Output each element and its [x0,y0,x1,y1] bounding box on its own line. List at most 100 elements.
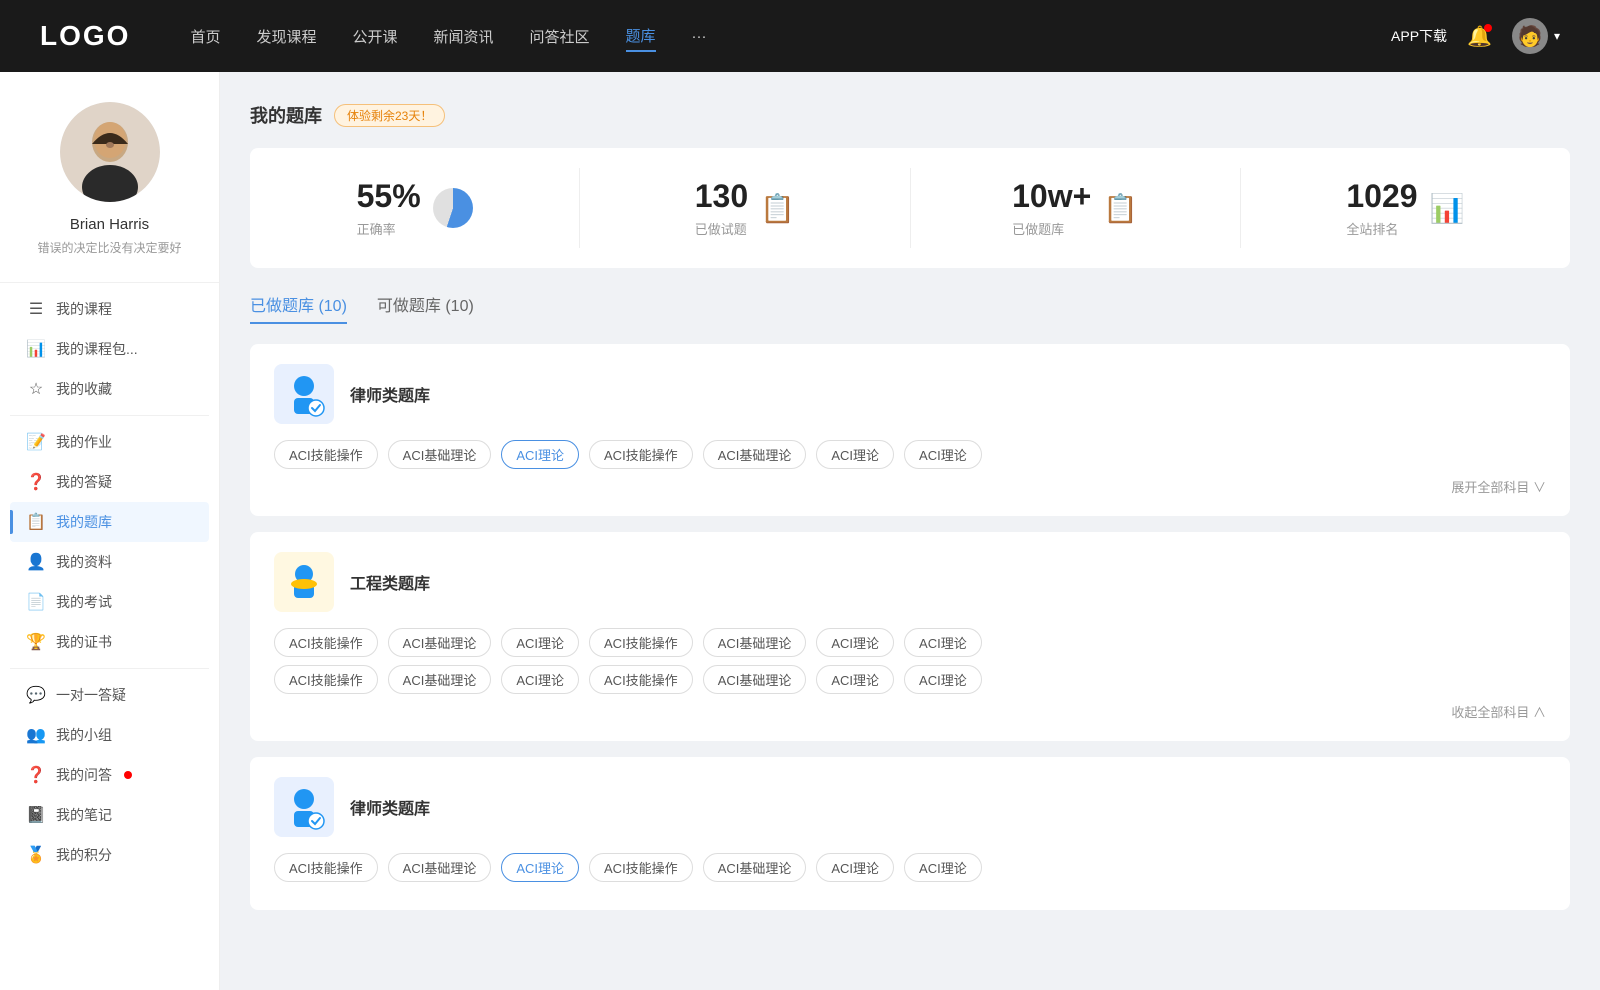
trial-badge: 体验剩余23天！ [334,104,445,127]
nav-discover[interactable]: 发现课程 [256,22,316,51]
tag-item[interactable]: ACI理论 [501,665,579,694]
tag-item[interactable]: ACI技能操作 [274,665,378,694]
tag-item[interactable]: ACI技能操作 [274,628,378,657]
tag-item-active[interactable]: ACI理论 [501,440,579,469]
logo[interactable]: LOGO [40,20,130,52]
tag-item[interactable]: ACI技能操作 [589,440,693,469]
sidebar-item-exam[interactable]: 📄 我的考试 [10,582,209,622]
sidebar-label: 我的笔记 [56,805,112,825]
tag-item[interactable]: ACI基础理论 [388,665,492,694]
notification-bell[interactable]: 🔔 [1467,24,1492,49]
tag-item[interactable]: ACI基础理论 [388,853,492,882]
tab-available-banks[interactable]: 可做题库 (10) [377,292,474,324]
sidebar-label: 我的课程包... [56,339,138,359]
sidebar-item-question[interactable]: ❓ 我的问答 [10,755,209,795]
sidebar: Brian Harris 错误的决定比没有决定要好 ☰ 我的课程 📊 我的课程包… [0,72,220,990]
tag-item[interactable]: ACI理论 [816,440,894,469]
navbar-right: APP下载 🔔 🧑 ▾ [1391,18,1560,54]
profile-avatar [60,102,160,202]
page-title: 我的题库 [250,102,322,128]
sidebar-label: 我的考试 [56,592,112,612]
course-package-icon: 📊 [26,339,46,359]
notification-dot [1484,24,1492,32]
sidebar-item-certificate[interactable]: 🏆 我的证书 [10,622,209,662]
sidebar-item-group[interactable]: 👥 我的小组 [10,715,209,755]
sidebar-label: 我的课程 [56,299,112,319]
stat-ranking: 1029 全站排名 📊 [1241,168,1570,248]
tag-item[interactable]: ACI基础理论 [388,440,492,469]
qbank-name-2: 工程类题库 [350,570,430,594]
sidebar-item-notes[interactable]: 📓 我的笔记 [10,795,209,835]
nav-news[interactable]: 新闻资讯 [434,22,494,51]
done-banks-icon: 📋 [1103,192,1138,225]
navbar: LOGO 首页 发现课程 公开课 新闻资讯 问答社区 题库 ··· APP下载 … [0,0,1600,72]
qbank-card-engineering: 工程类题库 ACI技能操作 ACI基础理论 ACI理论 ACI技能操作 ACI基… [250,532,1570,741]
sidebar-label: 我的积分 [56,845,112,865]
stat-value-rank: 1029 全站排名 [1346,178,1417,238]
sidebar-item-course-package[interactable]: 📊 我的课程包... [10,329,209,369]
user-avatar: 🧑 [1512,18,1548,54]
main-content: 我的题库 体验剩余23天！ 55% 正确率 130 已做试题 📋 [220,72,1600,990]
tab-done-banks[interactable]: 已做题库 (10) [250,292,347,324]
qbank-icon-lawyer-2 [274,777,334,837]
user-avatar-menu[interactable]: 🧑 ▾ [1512,18,1560,54]
tag-item[interactable]: ACI基础理论 [703,440,807,469]
tag-item[interactable]: ACI理论 [904,628,982,657]
tag-item[interactable]: ACI理论 [904,853,982,882]
nav-qbank[interactable]: 题库 [626,21,656,52]
sidebar-item-homework[interactable]: 📝 我的作业 [10,422,209,462]
tag-item[interactable]: ACI理论 [816,628,894,657]
sidebar-item-qbank[interactable]: 📋 我的题库 [10,502,209,542]
app-download-button[interactable]: APP下载 [1391,26,1447,46]
tag-item[interactable]: ACI理论 [816,853,894,882]
tag-item[interactable]: ACI技能操作 [589,853,693,882]
tag-item[interactable]: ACI技能操作 [589,628,693,657]
tags-row-3: ACI技能操作 ACI基础理论 ACI理论 ACI技能操作 ACI基础理论 AC… [274,853,1546,882]
tag-item[interactable]: ACI理论 [501,628,579,657]
tag-item-active[interactable]: ACI理论 [501,853,579,882]
sidebar-item-my-qa[interactable]: ❓ 我的答疑 [10,462,209,502]
main-layout: Brian Harris 错误的决定比没有决定要好 ☰ 我的课程 📊 我的课程包… [0,72,1600,990]
qbank-card-lawyer: 律师类题库 ACI技能操作 ACI基础理论 ACI理论 ACI技能操作 ACI基… [250,344,1570,516]
sidebar-divider-2 [10,415,209,416]
sidebar-label: 一对一答疑 [56,685,126,705]
tag-item[interactable]: ACI基础理论 [703,853,807,882]
qbank-icon-lawyer [274,364,334,424]
nav-opencourse[interactable]: 公开课 [352,22,397,51]
tag-item[interactable]: ACI基础理论 [703,628,807,657]
expand-button-1[interactable]: 展开全部科目 ∨ [274,477,1546,496]
stat-value-accuracy: 55% 正确率 [357,178,421,238]
nav-menu: 首页 发现课程 公开课 新闻资讯 问答社区 题库 ··· [190,21,1391,52]
tag-item[interactable]: ACI理论 [816,665,894,694]
nav-more[interactable]: ··· [692,24,707,49]
tag-item[interactable]: ACI技能操作 [274,440,378,469]
tag-item[interactable]: ACI理论 [904,665,982,694]
tag-item[interactable]: ACI理论 [904,440,982,469]
sidebar-item-my-courses[interactable]: ☰ 我的课程 [10,289,209,329]
stat-accuracy: 55% 正确率 [250,168,580,248]
sidebar-item-tutoring[interactable]: 💬 一对一答疑 [10,675,209,715]
sidebar-item-profile[interactable]: 👤 我的资料 [10,542,209,582]
nav-qa[interactable]: 问答社区 [530,22,590,51]
tag-item[interactable]: ACI技能操作 [589,665,693,694]
sidebar-item-favorites[interactable]: ☆ 我的收藏 [10,369,209,409]
exam-icon: 📄 [26,592,46,612]
sidebar-label: 我的问答 [56,765,112,785]
qbank-card-header-2: 工程类题库 [274,552,1546,612]
profile-name: Brian Harris [70,216,149,233]
qbank-card-header-1: 律师类题库 [274,364,1546,424]
homework-icon: 📝 [26,432,46,452]
sidebar-label: 我的小组 [56,725,112,745]
sidebar-label: 我的作业 [56,432,112,452]
sidebar-item-points[interactable]: 🏅 我的积分 [10,835,209,875]
tag-item[interactable]: ACI基础理论 [703,665,807,694]
sidebar-divider-1 [0,282,219,283]
certificate-icon: 🏆 [26,632,46,652]
tag-item[interactable]: ACI技能操作 [274,853,378,882]
profile-icon: 👤 [26,552,46,572]
stat-value-done-q: 130 已做试题 [695,178,748,238]
tag-item[interactable]: ACI基础理论 [388,628,492,657]
collapse-button-2[interactable]: 收起全部科目 ∧ [274,702,1546,721]
nav-home[interactable]: 首页 [190,22,220,51]
done-questions-icon: 📋 [760,192,795,225]
